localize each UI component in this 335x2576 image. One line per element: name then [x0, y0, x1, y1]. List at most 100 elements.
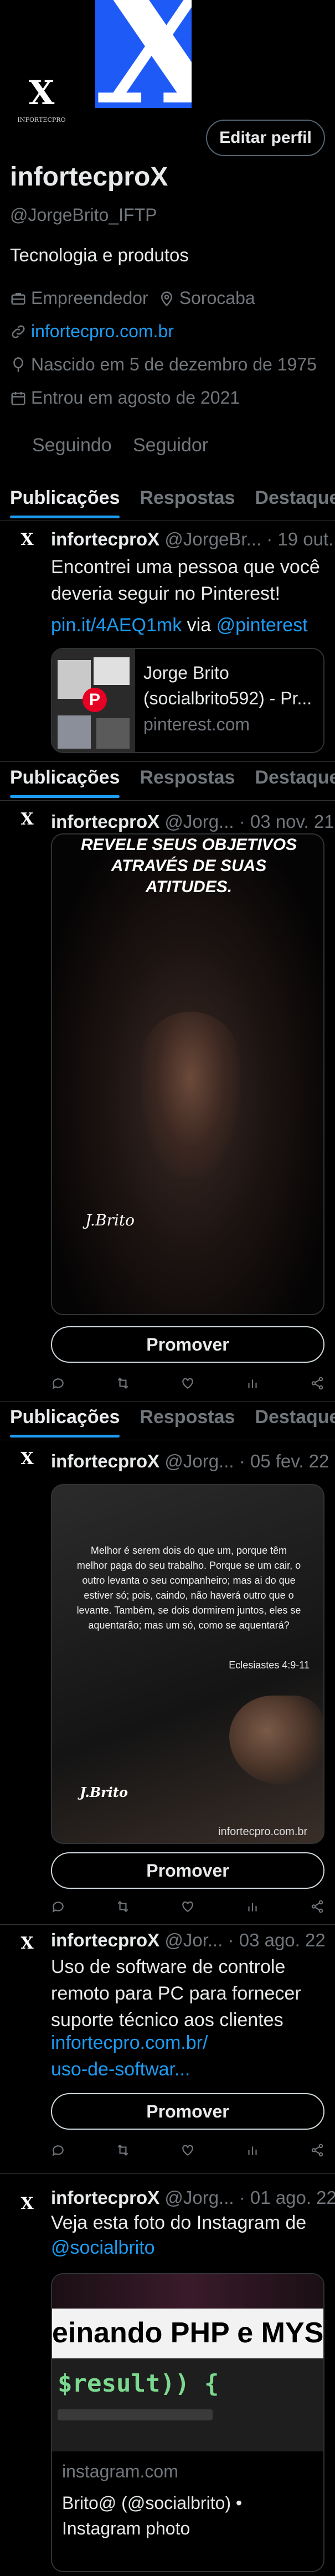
- profile-website-link[interactable]: infortecpro.com.br: [31, 321, 174, 342]
- post-via: via: [187, 615, 212, 636]
- tab-highlights[interactable]: Destaques: [245, 482, 335, 518]
- post-meta: @Jor... · 03 ago. 22: [164, 1930, 326, 1950]
- profile-tabs-sticky: Publicações Respostas Destaques: [0, 761, 335, 798]
- tab-highlights[interactable]: Destaques: [245, 761, 335, 798]
- post-author[interactable]: infortecproX: [51, 1930, 159, 1950]
- profile-category: Empreendedor: [31, 288, 148, 308]
- post-avatar-letter: X: [20, 1934, 34, 1953]
- post-link[interactable]: infortecpro.com.br/: [51, 2032, 208, 2054]
- tab-replies[interactable]: Respostas: [130, 761, 245, 798]
- divider: [0, 1924, 335, 1925]
- profile-tabs: Publicações Respostas Destaques: [0, 482, 335, 518]
- like-icon[interactable]: [181, 2143, 195, 2157]
- card-image-banner: einando PHP e MYSQ: [52, 2309, 324, 2358]
- post-text: Encontrei uma pessoa que você deveria se…: [51, 554, 328, 607]
- post-avatar[interactable]: X: [11, 1451, 43, 1491]
- profile-handle: @JorgeBrito_IFTP: [10, 205, 157, 225]
- tab-highlights[interactable]: Destaques: [245, 1401, 335, 1438]
- post-meta: @Jorg... · 01 ago. 22: [164, 2187, 335, 2208]
- views-icon[interactable]: [245, 2143, 260, 2157]
- like-icon[interactable]: [181, 1376, 195, 1390]
- calendar-icon: [11, 391, 25, 405]
- reply-icon[interactable]: [51, 2143, 65, 2157]
- profile-meta-website: infortecpro.com.br: [10, 321, 174, 342]
- avatar-logo-caption: INFORTECPRO: [17, 116, 66, 123]
- divider: [0, 2173, 335, 2174]
- post-avatar-letter: X: [20, 2194, 34, 2213]
- share-icon[interactable]: [310, 1899, 324, 1914]
- card-domain: instagram.com: [62, 2461, 178, 2481]
- image-caption: REVELE SEUS OBJETIVOS ATRAVÉS DE SUAS AT…: [80, 836, 297, 896]
- thumb-tile: [58, 715, 91, 749]
- edit-profile-button[interactable]: Editar perfil: [206, 120, 325, 156]
- profile-joined: Entrou em agosto de 2021: [31, 388, 240, 408]
- post-author[interactable]: infortecproX: [51, 1451, 159, 1471]
- tab-posts[interactable]: Publicações: [0, 761, 130, 798]
- following-link[interactable]: Seguindo: [32, 435, 112, 456]
- post-avatar-letter: X: [20, 1449, 34, 1469]
- post-author[interactable]: infortecproX: [51, 2187, 159, 2208]
- image-signature: J.Brito: [85, 1211, 135, 1229]
- post-author[interactable]: infortecproX: [51, 529, 159, 549]
- post-image[interactable]: REVELE SEUS OBJETIVOS ATRAVÉS DE SUAS AT…: [51, 833, 324, 1315]
- views-icon[interactable]: [245, 1899, 260, 1914]
- promote-button[interactable]: Promover: [51, 1852, 324, 1889]
- post-meta: @Jorg... · 03 nov. 21: [164, 811, 334, 832]
- post-header: infortecproX @Jorg... · 01 ago. 22: [51, 2187, 335, 2208]
- card-image-text: einando PHP e MYSQ: [52, 2317, 324, 2349]
- post-header: infortecproX @JorgeBr... · 19 out.: [51, 529, 333, 550]
- post-mention-link[interactable]: @socialbrito: [51, 2237, 155, 2259]
- post-avatar[interactable]: X: [11, 811, 43, 851]
- reply-icon[interactable]: [51, 1376, 65, 1390]
- profile-avatar[interactable]: X INFORTECPRO: [6, 65, 78, 143]
- image-site: infortecpro.com.br: [218, 1826, 308, 1838]
- repost-icon[interactable]: [116, 1899, 130, 1914]
- tab-posts[interactable]: Publicações: [0, 482, 130, 518]
- post-text: Uso de software de controle remoto para …: [51, 1954, 328, 2033]
- profile-location: Sorocaba: [179, 288, 255, 308]
- post-actions: [51, 1899, 324, 1914]
- post-avatar[interactable]: X: [11, 1935, 43, 1975]
- tab-replies[interactable]: Respostas: [130, 1401, 245, 1438]
- hand-shape: [229, 1696, 323, 1784]
- card-title: Brito@ (@socialbrito) • Instagram photo: [62, 2493, 243, 2538]
- balloon-icon: [13, 357, 23, 372]
- card-image-code: $result)) {: [52, 2358, 323, 2451]
- repost-icon[interactable]: [116, 1376, 130, 1390]
- post-image[interactable]: Melhor é serem dois do que um, porque tê…: [51, 1484, 324, 1844]
- post-actions: [51, 2143, 324, 2157]
- like-icon[interactable]: [181, 1899, 195, 1914]
- promote-button[interactable]: Promover: [51, 1326, 324, 1363]
- reply-icon[interactable]: [51, 1899, 65, 1914]
- briefcase-icon: [11, 292, 25, 305]
- share-icon[interactable]: [310, 1376, 324, 1390]
- post-author[interactable]: infortecproX: [51, 811, 159, 832]
- post-avatar-letter: X: [20, 530, 34, 549]
- post-via-handle[interactable]: @pinterest: [217, 615, 308, 636]
- tab-replies[interactable]: Respostas: [130, 482, 245, 518]
- followers-link[interactable]: Seguidor: [133, 435, 208, 456]
- location-pin-icon: [161, 291, 172, 306]
- post-link[interactable]: uso-de-softwar...: [51, 2059, 190, 2080]
- post-header: infortecproX @Jorg... · 05 fev. 22: [51, 1451, 329, 1472]
- post-text: Veja esta foto do Instagram de: [51, 2209, 328, 2236]
- pinterest-icon: P: [83, 688, 107, 712]
- link-card[interactable]: P Jorge Brito (socialbrito592) - Pr... p…: [51, 648, 324, 753]
- repost-icon[interactable]: [116, 2143, 130, 2157]
- banner-logo: X: [95, 0, 192, 108]
- promote-button[interactable]: Promover: [51, 2093, 324, 2130]
- post-avatar[interactable]: X: [11, 532, 43, 571]
- tab-posts[interactable]: Publicações: [0, 1401, 130, 1438]
- post-avatar[interactable]: X: [11, 2196, 43, 2235]
- profile-birth: Nascido em 5 de dezembro de 1975: [31, 354, 317, 374]
- views-icon[interactable]: [245, 1376, 260, 1390]
- post-actions: [51, 1376, 324, 1390]
- post-body: Encontrei uma pessoa que você deveria se…: [51, 557, 320, 604]
- bible-verse: Melhor é serem dois do que um, porque tê…: [76, 1545, 301, 1631]
- portrait-shape: [141, 1012, 240, 1178]
- share-icon[interactable]: [310, 2143, 324, 2157]
- avatar-logo-letter: X: [28, 74, 55, 112]
- post-header: infortecproX @Jor... · 03 ago. 22: [51, 1930, 326, 1951]
- post-link[interactable]: pin.it/4AEQ1mk: [51, 615, 182, 636]
- instagram-card[interactable]: einando PHP e MYSQ $result)) { instagram…: [51, 2273, 324, 2572]
